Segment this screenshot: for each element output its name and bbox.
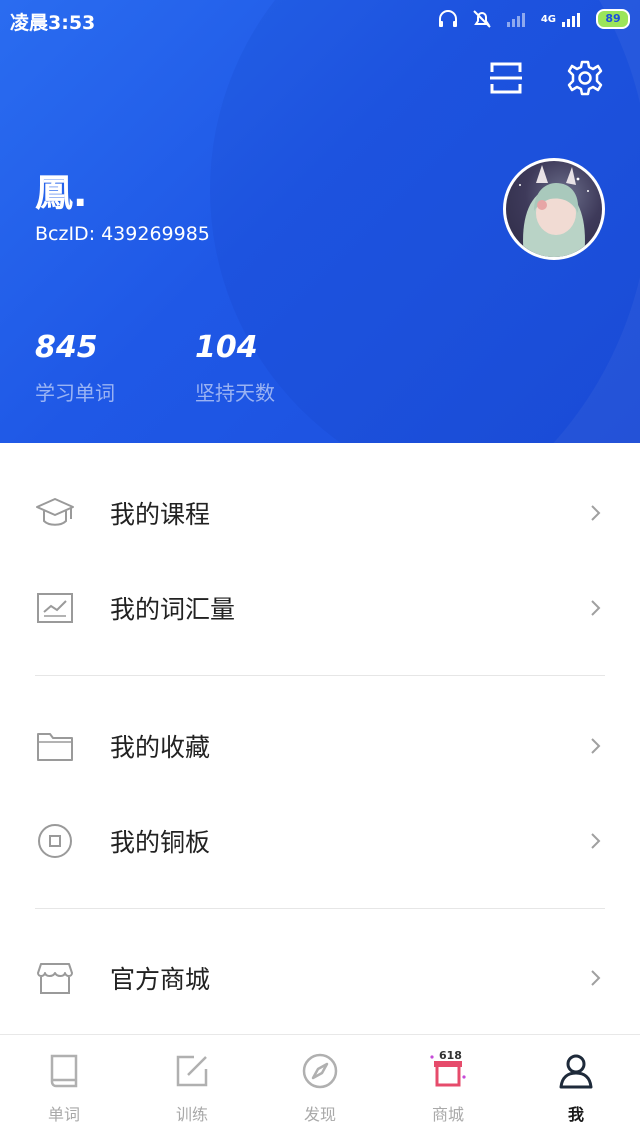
tab-words[interactable]: 单词 (0, 1035, 128, 1138)
scan-icon[interactable] (486, 58, 526, 98)
profile-header: 凌晨3:53 4G 89 鳳. BczID: 439269985 845 学习单… (0, 0, 640, 443)
graduation-cap-icon (36, 498, 74, 526)
headphones-icon (438, 10, 457, 27)
tab-label: 发现 (303, 1105, 336, 1124)
mute-bell-icon (473, 10, 491, 28)
menu-item-shop[interactable]: 官方商城 (0, 930, 640, 1026)
chevron-right-icon (591, 970, 601, 986)
signal-weak-icon (506, 13, 525, 27)
chevron-right-icon (591, 833, 601, 849)
store-badge: 618 (439, 1049, 462, 1062)
battery-icon: 89 (596, 9, 630, 29)
user-id-value: 439269985 (101, 223, 210, 245)
stat-words-value: 845 (35, 330, 98, 365)
menu-item-vocabulary[interactable]: 我的词汇量 (0, 560, 640, 656)
tab-training[interactable]: 训练 (128, 1035, 256, 1138)
book-icon (50, 1054, 78, 1088)
chevron-right-icon (591, 738, 601, 754)
signal-icon (562, 13, 580, 27)
user-id: BczID: 439269985 (35, 223, 210, 245)
settings-gear-icon[interactable] (565, 58, 605, 98)
tab-label: 我 (567, 1105, 584, 1124)
tab-store[interactable]: 618 商城 (384, 1035, 512, 1138)
folder-icon (37, 733, 73, 761)
stat-words-label: 学习单词 (35, 381, 115, 405)
stat-days-label: 坚持天数 (195, 381, 275, 405)
chart-icon (37, 593, 73, 623)
person-icon (559, 1054, 593, 1089)
menu-item-courses[interactable]: 我的课程 (0, 465, 640, 561)
bottom-tab-bar: 单词 训练 发现 618 商城 我 (0, 1034, 640, 1138)
menu-label: 官方商城 (110, 965, 211, 994)
edit-icon (176, 1055, 208, 1087)
tab-label: 商城 (431, 1105, 464, 1124)
status-time: 凌晨3:53 (10, 12, 96, 34)
compass-icon (302, 1053, 338, 1089)
status-bar: 凌晨3:53 4G 89 (0, 0, 640, 40)
menu-label: 我的课程 (110, 500, 211, 529)
tab-label: 单词 (47, 1105, 80, 1124)
divider (35, 675, 605, 676)
avatar-image (519, 165, 589, 257)
chevron-right-icon (591, 505, 601, 521)
shop-icon (37, 963, 73, 994)
tab-label: 训练 (175, 1105, 208, 1124)
menu-label: 我的词汇量 (110, 595, 236, 624)
avatar[interactable] (503, 158, 605, 260)
chevron-right-icon (591, 600, 601, 616)
menu-item-coins[interactable]: 我的铜板 (0, 793, 640, 889)
tab-discover[interactable]: 发现 (256, 1035, 384, 1138)
coin-icon (38, 824, 72, 858)
tab-me[interactable]: 我 (512, 1035, 640, 1138)
network-type: 4G (540, 13, 556, 25)
menu-label: 我的铜板 (110, 828, 211, 857)
status-icons: 4G 89 (437, 8, 630, 30)
stat-days-value: 104 (195, 330, 258, 365)
menu-item-favorites[interactable]: 我的收藏 (0, 698, 640, 794)
username: 鳳. (35, 171, 88, 215)
user-id-label: BczID: (35, 223, 96, 245)
menu-label: 我的收藏 (110, 733, 211, 762)
divider (35, 908, 605, 909)
